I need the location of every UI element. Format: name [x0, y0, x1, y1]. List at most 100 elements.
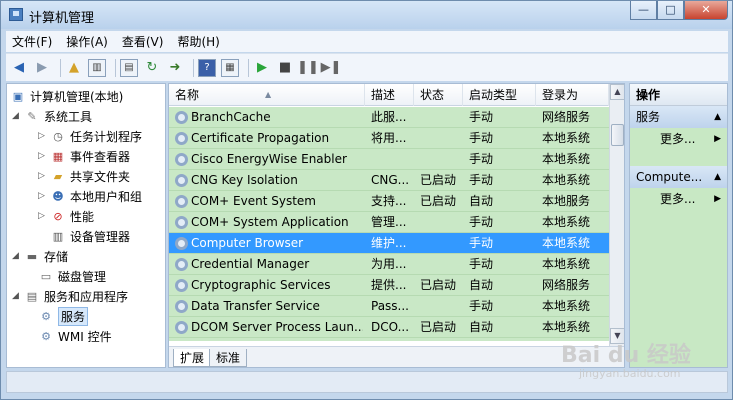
scroll-down-icon[interactable]: ▼ [610, 328, 624, 344]
show-hide-tree-icon[interactable]: ▥ [88, 58, 106, 77]
service-startup-cell: 自动 [469, 278, 494, 292]
table-row[interactable]: Certificate Propagation 将用... 手动 本地系统 [169, 128, 609, 149]
tools-icon: ✎ [27, 109, 37, 123]
table-row[interactable]: BranchCache 此服... 手动 网络服务 [169, 107, 609, 128]
actions-more-computer-browser[interactable]: 更多... ▶ [630, 188, 727, 210]
tab-standard[interactable]: 标准 [209, 349, 248, 367]
table-row[interactable]: Desktop Window Manager... 提供...已启动自动本地系统 [169, 338, 609, 341]
tree-node-local-users[interactable]: ▷ ☻ 本地用户和组 [38, 186, 142, 206]
tree-node-performance[interactable]: ▷ ⊘ 性能 [38, 206, 94, 226]
restart-service-icon[interactable]: ▶❚ [321, 59, 342, 77]
service-logon-cell: 本地系统 [542, 257, 591, 271]
toolbar-separator [60, 58, 61, 77]
tree-node-wmi[interactable]: ⚙ WMI 控件 [38, 326, 112, 346]
tree-node-services[interactable]: ⚙ 服务 [38, 306, 89, 326]
actions-section-services[interactable]: 服务 ▲ [630, 106, 727, 128]
export-list-icon[interactable]: ➜ [166, 59, 184, 77]
column-header-row: 名称 ▲ 描述 状态 启动类型 登录为 [169, 84, 609, 106]
service-gear-icon [175, 195, 188, 208]
menu-file[interactable]: 文件(F) [12, 33, 52, 50]
menu-help[interactable]: 帮助(H) [177, 33, 219, 50]
pause-service-icon[interactable]: ❚❚ [297, 59, 319, 77]
tab-extended[interactable]: 扩展 [173, 349, 212, 367]
toolbar-separator [193, 58, 194, 77]
table-row[interactable]: DCOM Server Process Laun... DCO... 已启动 自动 本地… [169, 317, 609, 338]
expand-arrow-icon[interactable]: ▷ [38, 191, 48, 201]
tree-node-disk-management[interactable]: ▭ 磁盘管理 [38, 266, 106, 286]
table-row[interactable]: Cryptographic Services 提供... 已启动 自动 网络服务 [169, 275, 609, 296]
scroll-up-icon[interactable]: ▲ [610, 84, 624, 100]
service-description-cell: 提供... [371, 338, 417, 341]
actions-more-services[interactable]: 更多... ▶ [630, 128, 727, 150]
collapse-arrow-icon[interactable]: ◢ [12, 291, 22, 301]
gear-icon: ⚙ [41, 309, 51, 323]
maximize-button[interactable]: □ [657, 1, 684, 20]
computer-management-window: 计算机管理 — □ ✕ 文件(F) 操作(A) 查看(V) 帮助(H) ◀ ▶ … [0, 0, 733, 400]
expand-arrow-icon[interactable]: ▷ [38, 131, 48, 141]
table-row[interactable]: Cisco EnergyWise Enabler 手动 本地系统 [169, 149, 609, 170]
column-header-name[interactable]: 名称 ▲ [169, 84, 365, 106]
toolbar-separator [248, 58, 249, 77]
service-name-cell: BranchCache [191, 110, 271, 124]
actions-header: 操作 [630, 84, 727, 106]
up-folder-icon[interactable]: ▲ [65, 59, 83, 77]
menu-action[interactable]: 操作(A) [66, 33, 108, 50]
actions-section-computer-browser[interactable]: Compute... ▲ [630, 166, 727, 188]
service-status-cell [420, 233, 466, 254]
tree-node-event-viewer[interactable]: ▷ ▦ 事件查看器 [38, 146, 130, 166]
start-service-icon[interactable]: ▶ [253, 59, 271, 77]
scroll-thumb[interactable] [611, 124, 624, 146]
column-header-description[interactable]: 描述 [365, 84, 414, 106]
tree-node-root[interactable]: ▣ 计算机管理(本地) [10, 86, 124, 106]
service-status-cell [420, 254, 466, 275]
tree-node-task-scheduler[interactable]: ▷ ◷ 任务计划程序 [38, 126, 142, 146]
view-tabs: 扩展 标准 [169, 346, 624, 367]
service-gear-icon [175, 132, 188, 145]
service-status-cell: 已启动 [420, 278, 457, 292]
title-bar: 计算机管理 — □ ✕ [1, 1, 732, 29]
back-arrow-icon[interactable]: ◀ [10, 59, 28, 77]
computer-icon: ▣ [12, 89, 24, 103]
table-row[interactable]: Data Transfer Service Pass... 手动 本地系统 [169, 296, 609, 317]
tree-node-device-manager[interactable]: ▥ 设备管理器 [50, 226, 130, 246]
tree-node-shared-folders[interactable]: ▷ ▰ 共享文件夹 [38, 166, 130, 186]
collapse-arrow-icon[interactable]: ◢ [12, 251, 22, 261]
stop-service-icon[interactable]: ■ [276, 59, 294, 77]
collapse-up-icon[interactable]: ▲ [714, 166, 721, 188]
menu-view[interactable]: 查看(V) [122, 33, 164, 50]
show-action-pane-icon[interactable]: ▦ [221, 58, 239, 77]
refresh-icon[interactable]: ↻ [143, 59, 161, 77]
toolbar-separator [115, 58, 116, 77]
service-startup-cell: 手动 [469, 215, 494, 229]
column-header-startup-type[interactable]: 启动类型 [463, 84, 536, 106]
service-status-cell: 已启动 [420, 173, 457, 187]
navigation-tree: ▣ 计算机管理(本地) ◢ ✎ 系统工具 ▷ ◷ 任务计划程序 ▷ ▦ 事件查看… [6, 83, 166, 368]
event-viewer-icon: ▦ [52, 149, 64, 163]
collapse-arrow-icon[interactable]: ◢ [12, 111, 22, 121]
properties-icon[interactable]: ▤ [120, 58, 138, 77]
service-startup-cell: 手动 [469, 173, 494, 187]
table-row[interactable]: COM+ Event System 支持... 已启动 自动 本地服务 [169, 191, 609, 212]
help-icon[interactable]: ? [198, 58, 216, 77]
vertical-scrollbar[interactable]: ▲ ▼ [609, 84, 624, 346]
tree-node-system-tools[interactable]: ◢ ✎ 系统工具 [12, 106, 92, 126]
table-row[interactable]: Credential Manager 为用... 手动 本地系统 [169, 254, 609, 275]
close-button[interactable]: ✕ [684, 1, 728, 20]
collapse-up-icon[interactable]: ▲ [714, 106, 721, 128]
table-row[interactable]: Computer Browser 维护... 手动 本地系统 [169, 233, 609, 254]
service-name-cell: Cryptographic Services [191, 278, 331, 292]
expand-arrow-icon[interactable]: ▷ [38, 171, 48, 181]
minimize-button[interactable]: — [630, 1, 657, 20]
service-description-cell: 将用... [371, 131, 407, 145]
service-description-cell: Pass... [371, 299, 409, 313]
table-row[interactable]: COM+ System Application 管理... 手动 本地系统 [169, 212, 609, 233]
expand-arrow-icon[interactable]: ▷ [38, 151, 48, 161]
table-row[interactable]: CNG Key Isolation CNG... 已启动 手动 本地系统 [169, 170, 609, 191]
forward-arrow-icon[interactable]: ▶ [33, 59, 51, 77]
tree-node-storage[interactable]: ◢ ▬ 存储 [12, 246, 68, 266]
column-header-log-on-as[interactable]: 登录为 [536, 84, 609, 106]
service-startup-cell: 手动 [469, 152, 494, 166]
expand-arrow-icon[interactable]: ▷ [38, 211, 48, 221]
tree-node-services-apps[interactable]: ◢ ▤ 服务和应用程序 [12, 286, 128, 306]
column-header-status[interactable]: 状态 [414, 84, 463, 106]
